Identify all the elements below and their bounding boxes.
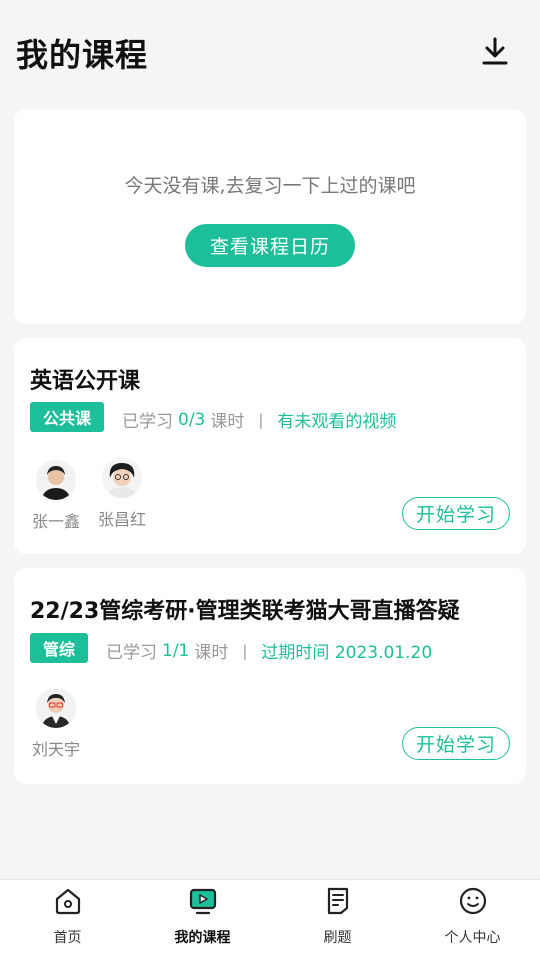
teacher-avatar [36,688,76,728]
meta-separator: | [258,410,264,429]
start-learning-button[interactable]: 开始学习 [402,497,510,530]
progress-prefix: 已学习 [106,643,157,663]
page-title: 我的课程 [16,36,149,74]
course-card[interactable]: 英语公开课 公共课 已学习 0/3 课时 | 有未观看的视频 张一鑫 张昌红 开… [14,338,526,554]
document-icon [327,887,348,915]
header: 我的课程 [0,0,540,104]
download-icon [482,37,508,65]
teacher: 张昌红 [94,458,150,530]
teacher-avatar [102,458,142,498]
no-class-today-card [14,109,526,324]
course-title: 英语公开课 [30,369,141,394]
progress-unit: 课时 [194,643,229,663]
tab-label: 个人中心 [444,930,501,946]
smiley-icon [459,887,486,915]
progress-prefix: 已学习 [122,412,173,432]
tab-label: 我的课程 [174,930,231,946]
progress-value: 1/1 [162,640,190,661]
teacher: 张一鑫 [28,460,84,532]
teacher-name: 张昌红 [97,510,146,529]
bottom-tab-bar: 首页 我的课程 刷题 个人中心 [0,879,540,960]
start-learning-button[interactable]: 开始学习 [402,727,510,760]
home-icon [55,888,80,915]
course-tag: 管综 [30,633,89,663]
teacher-avatar [36,460,76,500]
progress-unit: 课时 [210,412,245,432]
tab-practice[interactable]: 刷题 [270,880,405,960]
tab-home[interactable]: 首页 [0,880,135,960]
progress-value: 0/3 [178,409,206,430]
meta-separator: | [242,641,248,660]
tab-label: 刷题 [323,930,352,946]
course-tag: 公共课 [30,402,105,432]
course-title: 22/23管综考研·管理类联考猫大哥直播答疑 [30,599,460,624]
course-notice[interactable]: 有未观看的视频 [277,407,396,432]
tab-profile[interactable]: 个人中心 [405,880,540,960]
no-class-message: 今天没有课,去复习一下上过的课吧 [124,175,416,197]
video-icon [189,888,216,915]
teacher: 刘天宇 [28,688,84,760]
teacher-name: 张一鑫 [31,512,80,531]
download-button[interactable] [476,32,514,70]
tab-label: 首页 [53,930,82,946]
course-progress: 已学习 1/1 课时 | 过期时间 2023.01.20 [106,638,433,664]
view-course-calendar-button[interactable]: 查看课程日历 [185,224,355,267]
course-progress: 已学习 0/3 课时 | 有未观看的视频 [122,407,396,433]
course-card[interactable]: 22/23管综考研·管理类联考猫大哥直播答疑 管综 已学习 1/1 课时 | 过… [14,568,526,784]
tab-my-courses[interactable]: 我的课程 [135,880,270,960]
expiry-date: 过期时间 2023.01.20 [261,643,433,663]
teacher-name: 刘天宇 [31,740,80,759]
